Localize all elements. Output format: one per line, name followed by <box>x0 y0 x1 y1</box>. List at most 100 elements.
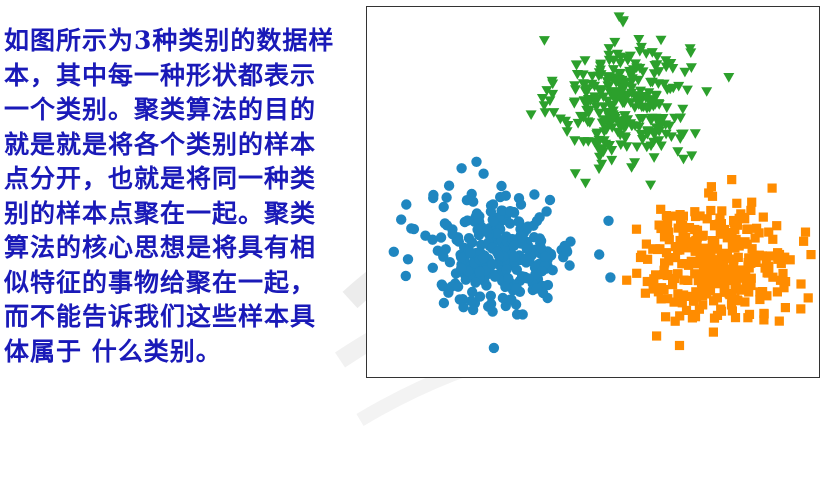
data-point-circle <box>522 221 534 232</box>
data-point-square <box>631 224 642 234</box>
data-point-triangle-down <box>648 153 660 163</box>
data-point-triangle-down <box>606 155 618 166</box>
data-point-circle <box>444 257 456 268</box>
data-point-square <box>702 214 712 224</box>
data-point-circle <box>520 253 532 265</box>
data-point-circle <box>501 264 512 275</box>
data-point-circle <box>465 247 476 258</box>
scatter-svg <box>388 12 816 354</box>
data-point-square <box>717 229 727 239</box>
data-point-circle <box>508 240 520 251</box>
data-point-square <box>664 235 674 245</box>
data-point-triangle-down <box>689 129 701 139</box>
data-point-triangle-down <box>561 127 573 137</box>
data-point-square <box>640 288 650 298</box>
data-point-square <box>800 227 811 237</box>
data-point-square <box>684 223 695 233</box>
data-point-circle <box>427 262 438 273</box>
data-point-square <box>796 304 806 314</box>
data-point-circle <box>458 302 469 313</box>
data-point-circle <box>511 309 523 320</box>
data-point-circle <box>388 246 399 257</box>
data-point-triangle-down <box>678 154 689 165</box>
data-point-triangle-down <box>677 104 689 115</box>
data-point-circle <box>438 297 450 309</box>
data-point-circle <box>534 212 545 223</box>
data-point-circle <box>505 206 516 217</box>
data-point-circle <box>509 251 520 262</box>
data-point-circle <box>544 194 556 206</box>
data-point-square <box>716 251 726 261</box>
data-point-circle <box>531 283 543 294</box>
data-point-square <box>663 217 673 227</box>
data-point-square <box>772 221 782 231</box>
data-point-square <box>712 293 722 303</box>
data-point-circle <box>500 281 511 293</box>
data-point-square <box>711 278 721 288</box>
data-point-square <box>725 275 735 286</box>
data-point-square <box>641 239 651 249</box>
data-point-square <box>674 340 685 351</box>
data-point-triangle-down <box>723 73 735 83</box>
data-point-square <box>806 250 816 260</box>
data-point-square <box>743 313 753 323</box>
data-point-square <box>664 256 674 266</box>
data-point-square <box>743 224 753 234</box>
data-point-square <box>774 316 784 326</box>
data-point-square <box>656 204 666 214</box>
data-point-square <box>690 207 700 217</box>
data-point-triangle-down <box>539 108 551 118</box>
data-point-square <box>744 253 754 263</box>
data-point-triangle-down <box>685 48 697 58</box>
data-point-circle <box>496 180 507 192</box>
data-point-square <box>729 238 739 248</box>
data-point-circle <box>466 237 478 248</box>
data-point-square <box>668 280 678 290</box>
data-point-circle <box>488 342 500 354</box>
data-point-circle <box>440 244 451 255</box>
data-point-triangle-down <box>637 67 649 78</box>
data-point-circle <box>513 216 524 227</box>
data-point-circle <box>511 283 522 294</box>
data-point-circle <box>455 252 467 263</box>
data-point-square <box>654 220 664 230</box>
data-point-circle <box>474 266 485 277</box>
data-point-square <box>670 316 680 326</box>
data-point-triangle-down <box>626 163 638 173</box>
description-text: 如图所示为3种类别的数据样本，其中每一种形状都表示一个类别。聚类算法的目的就是就… <box>4 26 335 366</box>
data-point-square <box>709 313 720 323</box>
data-point-square <box>683 275 693 285</box>
data-point-circle <box>437 281 448 292</box>
data-point-square <box>727 306 737 316</box>
data-point-square <box>622 275 632 285</box>
data-point-circle <box>471 208 483 219</box>
data-point-square <box>803 293 813 303</box>
data-point-square <box>661 248 672 258</box>
data-point-circle <box>401 199 412 210</box>
data-point-circle <box>547 265 558 276</box>
data-point-square <box>727 175 737 185</box>
data-point-triangle-down <box>569 169 581 179</box>
data-point-square <box>659 270 669 280</box>
scatter-plot <box>366 6 820 378</box>
data-point-circle <box>456 263 467 274</box>
data-point-circle <box>456 163 467 174</box>
data-point-circle <box>472 224 483 235</box>
data-point-circle <box>453 236 464 247</box>
data-point-triangle-down <box>580 178 591 189</box>
data-point-circle <box>396 214 407 225</box>
data-point-circle <box>443 180 455 191</box>
data-point-circle <box>488 216 499 227</box>
data-point-square <box>698 277 708 287</box>
data-point-square <box>772 287 782 297</box>
data-point-triangle-down <box>645 180 657 191</box>
data-point-triangle-down <box>701 87 713 97</box>
data-point-square <box>763 268 773 278</box>
data-point-square <box>672 269 683 279</box>
data-point-circle <box>534 233 545 244</box>
data-point-circle <box>487 259 498 270</box>
data-point-triangle-down <box>570 85 581 95</box>
data-point-square <box>669 297 679 307</box>
data-point-circle <box>489 271 501 282</box>
data-point-circle <box>483 301 494 312</box>
